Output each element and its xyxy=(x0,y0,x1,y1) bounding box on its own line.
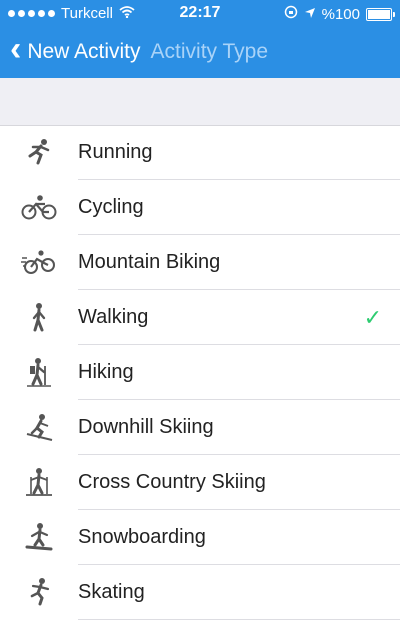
activity-row-snowboarding[interactable]: Snowboarding xyxy=(0,510,400,565)
location-icon xyxy=(304,6,316,23)
hiking-icon xyxy=(20,357,58,387)
activity-label: Hiking xyxy=(78,361,134,383)
back-button-label: New Activity xyxy=(27,40,141,63)
activity-label: Cross Country Skiing xyxy=(78,471,266,493)
activity-row-walking[interactable]: Walking ✓ xyxy=(0,290,400,345)
checkmark-icon: ✓ xyxy=(363,305,382,330)
cycling-icon xyxy=(20,192,58,222)
section-header-spacer xyxy=(0,78,400,126)
cross-country-skiing-icon xyxy=(20,467,58,497)
navigation-bar: ‹ New Activity Activity Type xyxy=(0,26,400,78)
activity-label: Walking xyxy=(78,306,149,328)
activity-label: Skating xyxy=(78,581,145,603)
running-icon xyxy=(20,137,58,167)
activity-row-cross-country-skiing[interactable]: Cross Country Skiing xyxy=(0,455,400,510)
snowboarding-icon xyxy=(20,522,58,552)
activity-label: Cycling xyxy=(78,196,144,218)
mountain-biking-icon xyxy=(20,247,58,277)
activity-label: Snowboarding xyxy=(78,526,206,548)
activity-row-skating[interactable]: Skating xyxy=(0,565,400,620)
rotation-lock-icon xyxy=(284,5,298,23)
activity-row-running[interactable]: Running xyxy=(0,125,400,180)
activity-row-mountain-biking[interactable]: Mountain Biking xyxy=(0,235,400,290)
chevron-left-icon: ‹ xyxy=(10,30,22,68)
battery-icon xyxy=(366,7,395,21)
status-right: %100 xyxy=(284,5,395,23)
back-button[interactable]: ‹ New Activity xyxy=(10,32,141,66)
activity-row-downhill-skiing[interactable]: Downhill Skiing xyxy=(0,400,400,455)
page-title: Activity Type xyxy=(150,40,269,63)
activity-label: Mountain Biking xyxy=(78,251,221,273)
activity-row-hiking[interactable]: Hiking xyxy=(0,345,400,400)
walking-icon xyxy=(20,302,58,332)
downhill-skiing-icon xyxy=(20,412,58,442)
activity-row-cycling[interactable]: Cycling xyxy=(0,180,400,235)
status-bar: Turkcell 22:17 %100 xyxy=(0,0,400,26)
activity-label: Running xyxy=(78,141,153,163)
activity-label: Downhill Skiing xyxy=(78,416,214,438)
top-bar: Turkcell 22:17 %100 ‹ New Activity Activ… xyxy=(0,0,400,78)
activity-list: Running Cycling Mountain Biking Walking ✓ Hik… xyxy=(0,125,400,620)
battery-percent: %100 xyxy=(321,5,360,23)
skating-icon xyxy=(20,577,58,607)
